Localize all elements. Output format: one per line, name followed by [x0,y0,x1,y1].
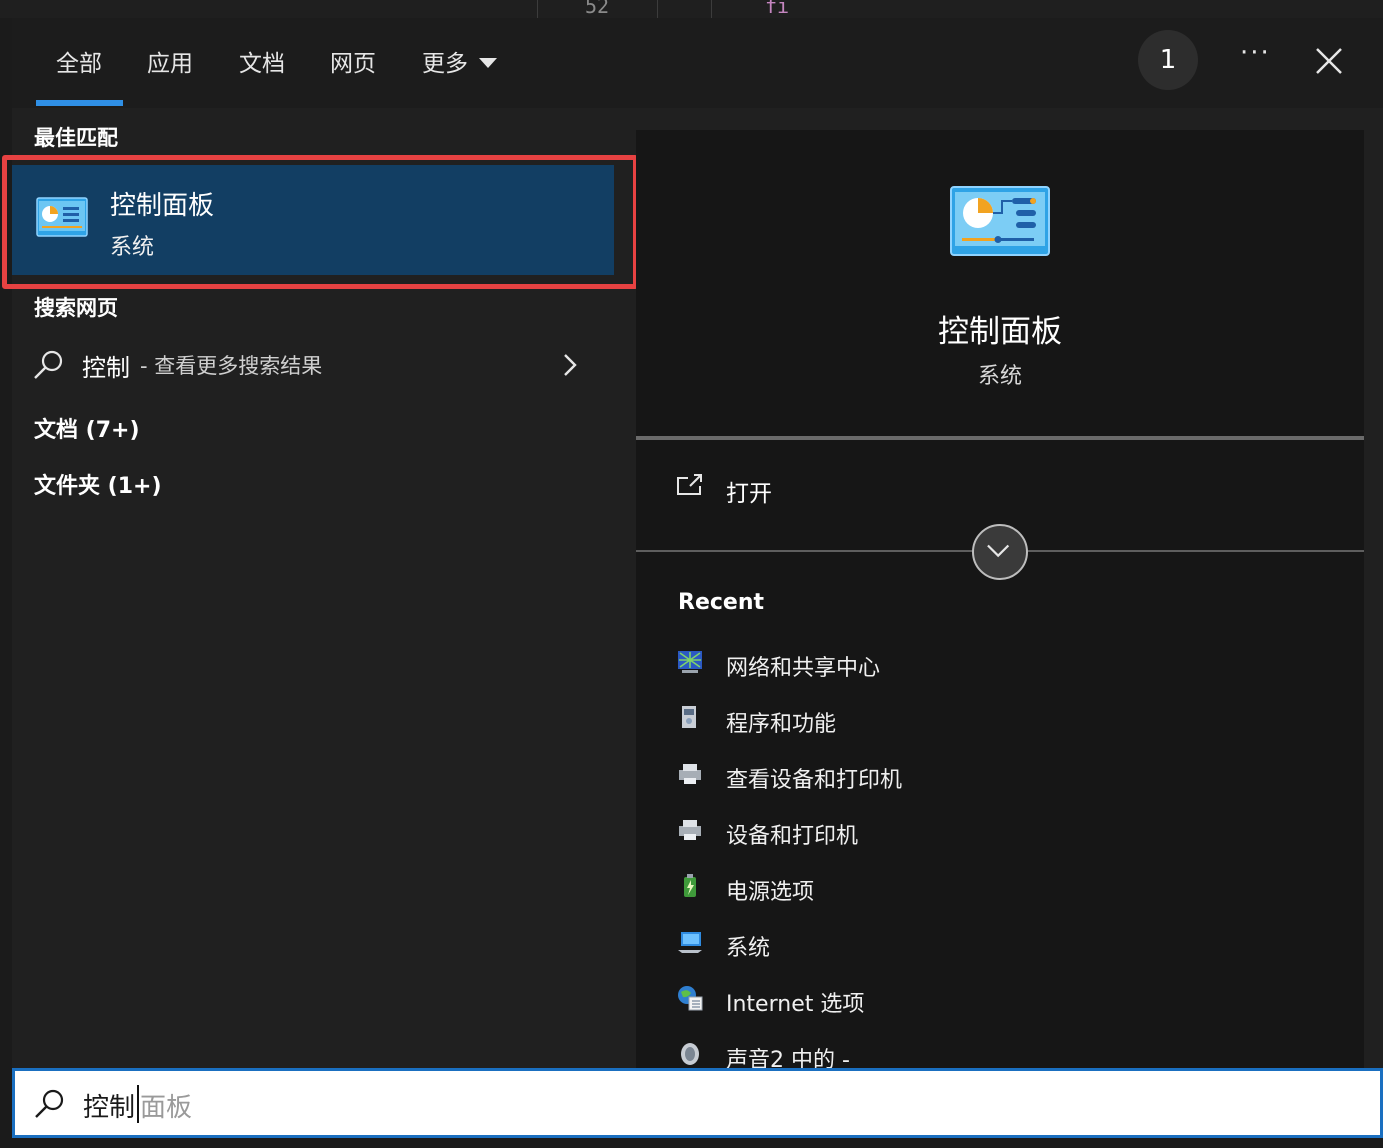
rewards-badge[interactable]: 1 [1138,30,1198,90]
search-query-text: 控制 [83,1093,136,1123]
recent-item[interactable]: 程序和功能 [676,700,1276,740]
tab-documents[interactable]: 文档 [239,44,285,78]
control-panel-icon [950,186,1050,256]
web-search-hint: - 查看更多搜索结果 [140,354,323,378]
recent-item[interactable]: 电源选项 [676,868,1276,908]
recent-item-label: Internet 选项 [726,992,865,1017]
recent-item[interactable]: 网络和共享中心 [676,644,1276,684]
bottom-edge [0,1138,1383,1148]
more-options-button[interactable]: ··· [1240,38,1271,68]
search-icon [34,350,63,379]
preview-subtitle: 系统 [977,364,1022,389]
power-icon [684,874,696,897]
tab-apps[interactable]: 应用 [147,44,193,78]
recent-item-label: 声音2 中的 - [726,1048,850,1070]
text-caret [137,1085,139,1123]
recent-item-label: 电源选项 [726,880,815,905]
tab-all[interactable]: 全部 [56,44,102,78]
open-action[interactable]: 打开 [676,470,976,510]
recent-item[interactable]: 查看设备和打印机 [676,756,1276,796]
open-label: 打开 [726,481,772,507]
recent-item-label: 系统 [726,936,771,961]
editor-line-number: 52 [585,0,610,18]
web-search-result[interactable]: 控制 - 查看更多搜索结果 [12,334,614,394]
recent-item[interactable]: 声音2 中的 - [676,1036,1276,1070]
search-panel: 全部 应用 文档 网页 更多 1 ··· 最佳匹配 控制面板 系统 搜索网页 控… [2,18,1383,1148]
tab-more[interactable]: 更多 [422,44,468,78]
results-list: 最佳匹配 控制面板 系统 搜索网页 控制 - 查看更多搜索结果 文档 (7+) … [2,108,638,1068]
printer-icon [679,764,701,784]
search-icon [35,1089,64,1118]
programs-icon [682,706,696,728]
recent-item[interactable]: Internet 选项 [676,980,1276,1020]
editor-column-line [537,0,538,18]
folders-group[interactable]: 文件夹 (1+) [34,468,162,500]
dropdown-arrow-icon[interactable] [479,58,497,68]
annotation-highlight-box [2,155,638,289]
editor-keyword: fi [765,0,790,18]
recent-item-label: 查看设备和打印机 [726,768,903,793]
system-icon [678,932,702,953]
preview-title: 控制面板 [938,314,1062,350]
recent-item[interactable]: 系统 [676,924,1276,964]
recent-item-label: 网络和共享中心 [726,656,881,681]
sound-icon [681,1043,699,1065]
open-external-icon [677,474,702,495]
printer-icon [679,820,701,840]
search-input[interactable]: 控制 面板 [12,1068,1383,1138]
chevron-down-icon [987,544,1010,558]
chevron-right-icon[interactable] [560,352,580,378]
internet-icon [678,986,703,1011]
search-autocomplete-suggestion: 面板 [140,1093,193,1123]
editor-column-line [657,0,658,18]
preview-pane: 控制面板 系统 打开 Recent 网络和共享中心 程序和功能 查看设备和打印机… [636,130,1364,1070]
active-tab-indicator [36,100,123,106]
network-icon [678,651,702,673]
expand-button[interactable] [972,524,1028,580]
recent-item-label: 程序和功能 [726,712,837,737]
best-match-heading: 最佳匹配 [34,126,118,150]
recent-item[interactable]: 设备和打印机 [676,812,1276,852]
close-icon[interactable] [1312,44,1346,78]
tab-bar: 全部 应用 文档 网页 更多 1 ··· [12,18,1383,108]
web-search-query: 控制 [82,354,130,382]
web-search-heading: 搜索网页 [34,296,118,320]
editor-column-line [711,0,712,18]
documents-group[interactable]: 文档 (7+) [34,412,140,444]
recent-item-label: 设备和打印机 [726,824,859,849]
divider [636,436,1364,440]
recent-heading: Recent [678,590,765,615]
tab-web[interactable]: 网页 [330,44,376,78]
background-editor: 52 fi [0,0,1383,18]
